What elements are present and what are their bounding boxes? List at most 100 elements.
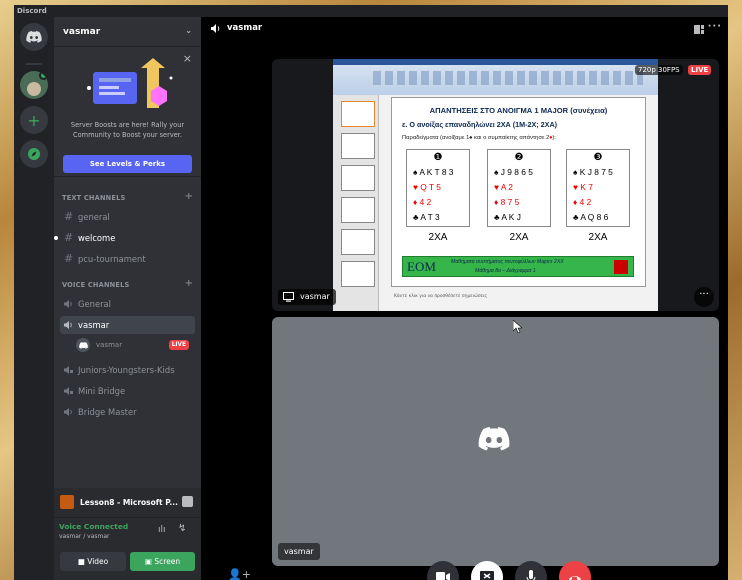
- screen-button[interactable]: ▣ Screen: [130, 552, 195, 571]
- camera-icon: ■: [77, 557, 88, 566]
- hand-3: ❸ ♠ K J 8 7 5 ♥ K 7 ♦ 4 2 ♣ A Q 8 6: [566, 149, 630, 227]
- hashtag-icon: #: [64, 210, 74, 223]
- slide-thumb: [341, 261, 375, 287]
- slide-footer: EOM Μαθήματα συστήματος πεντοφύλλων Majo…: [402, 256, 634, 277]
- close-icon[interactable]: ×: [183, 52, 192, 65]
- screen-share-icon: ▣: [144, 557, 155, 566]
- voice-buttons: ■ Video ▣ Screen: [54, 550, 201, 580]
- slide-notes: Κάντε κλικ για να προσθέσετε σημειώσεις: [394, 294, 488, 299]
- voice-channel-juniors[interactable]: Juniors-Youngsters-Kids: [60, 361, 195, 379]
- hand-2: ❷ ♠ J 9 8 6 5 ♥ A 2 ♦ 8 7 5 ♣ A K J: [487, 149, 551, 227]
- voice-connection-panel: Voice Connected vasmar / vasmar ılı ↯: [54, 518, 201, 550]
- stream-name-tag: vasmar: [278, 289, 336, 305]
- category-label: VOICE CHANNELS: [62, 281, 130, 289]
- channel-label: general: [78, 212, 110, 222]
- channel-label: vasmar: [78, 320, 110, 330]
- speaker-icon: [64, 300, 72, 308]
- stream-user: vasmar: [300, 292, 330, 301]
- voice-sub: vasmar / vasmar: [59, 533, 110, 540]
- channel-welcome[interactable]: # welcome: [54, 229, 195, 247]
- text-channels-category[interactable]: TEXT CHANNELS: [62, 194, 125, 202]
- tile-more-icon[interactable]: ···: [694, 287, 714, 307]
- eom-logo: EOM: [407, 259, 436, 274]
- server-icon-vasmar[interactable]: [20, 71, 48, 99]
- noise-suppression-icon[interactable]: ılı: [158, 525, 166, 535]
- stream-window-title: Lesson8 - Microsoft P...: [80, 498, 178, 507]
- stop-stream-icon[interactable]: [182, 496, 193, 507]
- voice-main-area: vasmar ··· ΑΠΑΝΤΗΣΕΙΣ ΣΤΟ ΑΝΟΙΓΜΑ 1 MAJO…: [201, 17, 728, 580]
- slide-subtitle: ε. Ο ανοίξας επαναδηλώνει 2ΧΑ (1Μ-2Χ; 2Χ…: [402, 120, 558, 129]
- channel-label: Bridge Master: [78, 407, 137, 417]
- compass-icon: [28, 148, 40, 160]
- microphone-icon: [526, 570, 536, 580]
- bid-2: 2XA: [509, 232, 529, 243]
- slide-thumb: [341, 197, 375, 223]
- voice-channels-category[interactable]: VOICE CHANNELS: [62, 281, 129, 289]
- discord-window: Discord + vasmar ⌄ × Server Boosts are h…: [14, 5, 728, 580]
- slide-examples: Παραδείγματα (ανοίξαμε 1♠ και ο συμπαίκτ…: [402, 135, 556, 141]
- see-levels-button[interactable]: See Levels & Perks: [63, 155, 192, 173]
- grid-layout-icon[interactable]: [694, 25, 704, 34]
- channel-pcu-tournament[interactable]: # pcu-tournament: [60, 250, 195, 268]
- server-header[interactable]: vasmar ⌄: [54, 17, 201, 47]
- mouse-cursor-icon: [513, 320, 522, 333]
- bid-3: 2XA: [588, 232, 608, 243]
- more-options-icon[interactable]: ···: [708, 21, 722, 32]
- channel-label: Juniors-Youngsters-Kids: [78, 365, 175, 375]
- channel-general[interactable]: # general: [60, 208, 195, 226]
- category-label: TEXT CHANNELS: [62, 194, 126, 202]
- create-voice-channel-icon[interactable]: +: [185, 278, 193, 289]
- monitor-icon: [283, 292, 294, 302]
- voice-channel-general[interactable]: General: [60, 295, 195, 313]
- slide-title: ΑΠΑΝΤΗΣΕΙΣ ΣΤΟ ΑΝΟΙΓΜΑ 1 MAJOR (συνέχεια…: [429, 106, 608, 115]
- shared-screen: ΑΠΑΝΤΗΣΕΙΣ ΣΤΟ ΑΝΟΙΓΜΑ 1 MAJOR (συνέχεια…: [333, 59, 658, 311]
- server-avatar: [27, 82, 41, 96]
- screen-label: Screen: [154, 557, 181, 566]
- add-server-button[interactable]: +: [20, 106, 48, 134]
- slide-thumb: [341, 133, 375, 159]
- invite-user-icon[interactable]: 👤+: [228, 568, 251, 580]
- slide-thumb: [341, 165, 375, 191]
- voice-status: Voice Connected: [59, 522, 129, 531]
- user-tile[interactable]: vasmar: [272, 317, 719, 566]
- voice-header: vasmar ···: [201, 17, 728, 41]
- voice-user-vasmar[interactable]: vasmar LIVE: [76, 337, 195, 353]
- server-separator: [26, 63, 42, 65]
- channel-name: vasmar: [227, 23, 263, 33]
- window-title: Discord: [14, 5, 728, 17]
- speaker-icon: [64, 408, 72, 416]
- hashtag-icon: #: [64, 231, 74, 244]
- slide-thumbnails: [333, 95, 379, 311]
- camera-icon: [436, 572, 450, 580]
- powerpoint-ribbon: [333, 59, 658, 95]
- stream-tile[interactable]: ΑΠΑΝΤΗΣΕΙΣ ΣΤΟ ΑΝΟΙΓΜΑ 1 MAJOR (συνέχεια…: [272, 59, 719, 311]
- server-name: vasmar: [63, 27, 101, 37]
- channel-label: Mini Bridge: [78, 386, 126, 396]
- voice-user-name: vasmar: [96, 341, 123, 349]
- home-button[interactable]: [20, 23, 48, 51]
- speaker-icon: [64, 321, 72, 329]
- chevron-down-icon: ⌄: [185, 26, 192, 35]
- stream-preview-panel[interactable]: Lesson8 - Microsoft P...: [54, 488, 201, 518]
- explore-servers-button[interactable]: [20, 140, 48, 168]
- federation-logo: [614, 260, 628, 274]
- server-list: +: [14, 17, 54, 580]
- discord-icon: [78, 341, 88, 349]
- voice-channel-bridge-master[interactable]: Bridge Master: [60, 403, 195, 421]
- voice-channel-vasmar[interactable]: vasmar: [60, 316, 195, 334]
- boost-text: Server Boosts are here! Rally your Commu…: [70, 121, 185, 139]
- stop-share-icon: [480, 571, 494, 580]
- live-badge: LIVE: [688, 65, 712, 75]
- slide: ΑΠΑΝΤΗΣΕΙΣ ΣΤΟ ΑΝΟΙΓΜΑ 1 MAJOR (συνέχεια…: [391, 97, 646, 287]
- live-badge: LIVE: [168, 340, 189, 350]
- create-channel-icon[interactable]: +: [185, 191, 193, 202]
- channel-label: pcu-tournament: [78, 254, 146, 264]
- voice-channel-mini-bridge[interactable]: Mini Bridge: [60, 382, 195, 400]
- active-indicator: [39, 71, 48, 80]
- footer-line-2: Μάθημα 8ο – Διάγραμμα 1: [475, 268, 536, 274]
- disconnect-icon[interactable]: ↯: [178, 523, 186, 534]
- plus-icon: +: [27, 110, 41, 130]
- slide-thumb: [341, 101, 375, 127]
- video-button[interactable]: ■ Video: [60, 552, 126, 571]
- speaker-lock-icon: [64, 366, 73, 374]
